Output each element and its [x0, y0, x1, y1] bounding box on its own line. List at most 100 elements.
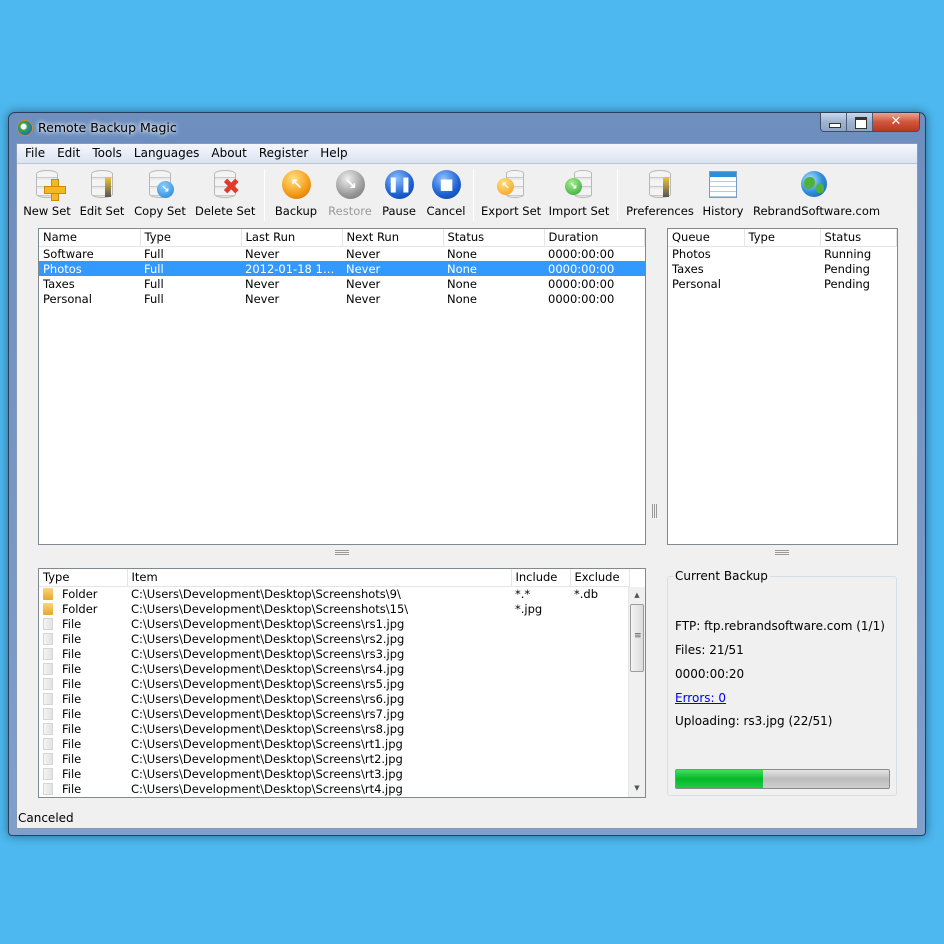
set-type: Full: [144, 246, 164, 261]
queue-row[interactable]: Taxes Pending: [668, 261, 897, 276]
set-next-run: Never: [342, 261, 443, 276]
set-item-row[interactable]: File C:\Users\Development\Desktop\Screens…: [39, 631, 630, 646]
backup-set-row[interactable]: Software Full Never Never None 0000:00:00: [39, 246, 645, 261]
set-item-row[interactable]: File C:\Users\Development\Desktop\Screens…: [39, 781, 630, 796]
items-scrollbar[interactable]: ▲ ▼: [628, 587, 645, 797]
scroll-down-icon[interactable]: ▼: [629, 780, 645, 797]
backup-set-row[interactable]: Taxes Full Never Never None 0000:00:00: [39, 276, 645, 291]
close-button[interactable]: ✕: [873, 113, 919, 131]
item-path: C:\Users\Development\Desktop\Screens\rs7…: [131, 706, 405, 721]
col-header-item[interactable]: Item: [127, 569, 512, 587]
set-item-row[interactable]: File C:\Users\Development\Desktop\Screens…: [39, 691, 630, 706]
set-last-run: Never: [245, 246, 280, 261]
scroll-thumb[interactable]: [630, 604, 644, 672]
wrench-icon: [105, 177, 111, 197]
pause-button[interactable]: ❚❚ Pause: [377, 169, 421, 218]
col-header-status[interactable]: Status: [443, 229, 545, 247]
export-set-button[interactable]: ↖ Export Set: [481, 169, 541, 218]
ftp-server-text: FTP: ftp.rebrandsoftware.com (1/1): [675, 619, 885, 633]
app-window: Remote Backup Magic ✕ File Edit Tools La…: [8, 112, 926, 836]
col-header-duration[interactable]: Duration: [544, 229, 645, 247]
set-item-row[interactable]: File C:\Users\Development\Desktop\Screens…: [39, 661, 630, 676]
item-type: File: [39, 721, 127, 736]
delete-set-button[interactable]: ✖ Delete Set: [195, 169, 255, 218]
set-item-row[interactable]: File C:\Users\Development\Desktop\Screens…: [39, 721, 630, 736]
history-button[interactable]: History: [699, 169, 747, 218]
set-duration: 0000:00:00: [548, 246, 615, 261]
item-type: Folder: [39, 586, 127, 601]
backup-sets-list[interactable]: Name Type Last Run Next Run Status Durat…: [38, 228, 646, 545]
item-type: File: [39, 676, 127, 691]
toolbar-separator: [264, 169, 265, 221]
menu-about[interactable]: About: [205, 144, 252, 163]
menu-register[interactable]: Register: [253, 144, 314, 163]
backup-set-row[interactable]: Photos Full 2012-01-18 13:5... Never None 000…: [39, 261, 645, 276]
menu-file[interactable]: File: [19, 144, 51, 163]
col-header-queue-type[interactable]: Type: [744, 229, 821, 247]
set-status: None: [443, 261, 544, 276]
set-last-run: Never: [245, 276, 280, 291]
vertical-splitter[interactable]: [652, 504, 657, 518]
set-item-row[interactable]: File C:\Users\Development\Desktop\Screens…: [39, 751, 630, 766]
item-type: File: [39, 691, 127, 706]
queue-row[interactable]: Personal Pending: [668, 276, 897, 291]
horizontal-splitter[interactable]: [335, 550, 349, 555]
maximize-button[interactable]: [847, 113, 873, 131]
file-icon: [43, 692, 53, 705]
col-header-include[interactable]: Include: [511, 569, 571, 587]
col-header-last-run[interactable]: Last Run: [241, 229, 343, 247]
scroll-up-icon[interactable]: ▲: [629, 587, 645, 604]
cancel-button[interactable]: ■ Cancel: [423, 169, 469, 218]
website-button[interactable]: RebrandSoftware.com: [753, 169, 880, 218]
col-header-next-run[interactable]: Next Run: [342, 229, 444, 247]
preferences-button[interactable]: Preferences: [625, 169, 695, 218]
minimize-button[interactable]: [821, 113, 847, 131]
set-next-run: Never: [346, 291, 381, 306]
set-item-row[interactable]: File C:\Users\Development\Desktop\Screens…: [39, 766, 630, 781]
col-header-type[interactable]: Type: [140, 229, 242, 247]
title-bar[interactable]: Remote Backup Magic ✕: [9, 113, 925, 143]
set-name: Taxes: [43, 276, 75, 291]
item-type: File: [39, 631, 127, 646]
copy-arrow-icon: ↘: [157, 181, 174, 198]
errors-link[interactable]: Errors: 0: [675, 691, 726, 705]
set-status: None: [447, 291, 478, 306]
edit-set-button[interactable]: Edit Set: [79, 169, 125, 218]
menu-help[interactable]: Help: [314, 144, 353, 163]
backup-arrow-icon: ↖: [282, 170, 311, 199]
col-header-name[interactable]: Name: [39, 229, 141, 247]
elapsed-time-text: 0000:00:20: [675, 667, 745, 681]
queue-list[interactable]: Queue Type Status Photos Running Taxes Pend…: [667, 228, 898, 545]
set-name: Software: [43, 246, 94, 261]
col-header-queue-status[interactable]: Status: [820, 229, 897, 247]
set-item-row[interactable]: File C:\Users\Development\Desktop\Screens…: [39, 616, 630, 631]
item-exclude: [570, 781, 630, 796]
set-item-row[interactable]: Folder C:\Users\Development\Desktop\Scree…: [39, 586, 630, 601]
col-header-queue[interactable]: Queue: [668, 229, 745, 247]
queue-splitter[interactable]: [775, 550, 789, 555]
item-path: C:\Users\Development\Desktop\Screens\rt1…: [131, 736, 403, 751]
set-item-row[interactable]: File C:\Users\Development\Desktop\Screens…: [39, 676, 630, 691]
restore-button[interactable]: ↘ Restore: [325, 169, 375, 218]
col-header-item-type[interactable]: Type: [39, 569, 128, 587]
restore-arrow-icon: ↘: [336, 170, 365, 199]
new-set-button[interactable]: New Set: [23, 169, 71, 218]
queue-row[interactable]: Photos Running: [668, 246, 897, 261]
set-items-list[interactable]: Type Item Include Exclude Folder C:\Users…: [38, 568, 646, 798]
menu-tools[interactable]: Tools: [86, 144, 128, 163]
set-type: Full: [144, 276, 164, 291]
set-item-row[interactable]: File C:\Users\Development\Desktop\Screens…: [39, 646, 630, 661]
item-include: [511, 766, 570, 781]
backup-set-row[interactable]: Personal Full Never Never None 0000:00:00: [39, 291, 645, 306]
copy-set-button[interactable]: ↘ Copy Set: [133, 169, 187, 218]
set-name: Photos: [39, 261, 140, 276]
set-item-row[interactable]: File C:\Users\Development\Desktop\Screens…: [39, 706, 630, 721]
menu-edit[interactable]: Edit: [51, 144, 86, 163]
set-item-row[interactable]: File C:\Users\Development\Desktop\Screens…: [39, 736, 630, 751]
menu-languages[interactable]: Languages: [128, 144, 205, 163]
set-item-row[interactable]: Folder C:\Users\Development\Desktop\Scree…: [39, 601, 630, 616]
import-set-button[interactable]: ↘ Import Set: [547, 169, 611, 218]
col-header-exclude[interactable]: Exclude: [570, 569, 630, 587]
backup-button[interactable]: ↖ Backup: [271, 169, 321, 218]
queue-header-row: Queue Type Status: [668, 229, 897, 247]
